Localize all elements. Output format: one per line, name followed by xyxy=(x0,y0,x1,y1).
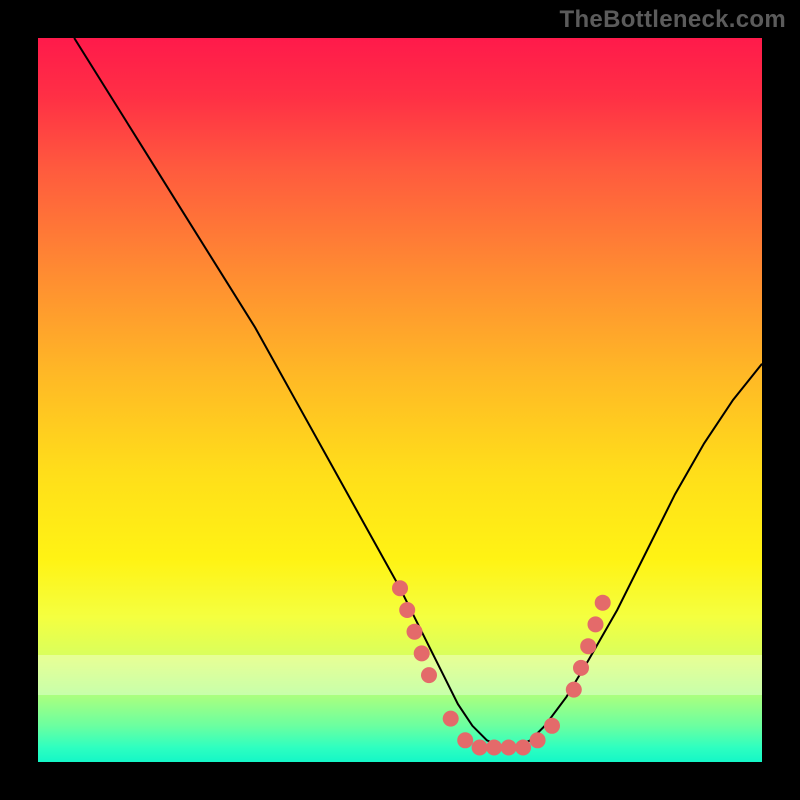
plot-area xyxy=(38,38,762,762)
bottleneck-curve xyxy=(74,38,762,748)
watermark-text: TheBottleneck.com xyxy=(560,6,786,34)
data-marker xyxy=(530,732,546,748)
data-marker xyxy=(407,624,423,640)
data-marker xyxy=(472,740,488,756)
markers-group xyxy=(392,580,611,755)
data-marker xyxy=(566,682,582,698)
data-marker xyxy=(399,602,415,618)
data-marker xyxy=(414,645,430,661)
chart-stage: TheBottleneck.com xyxy=(0,0,800,800)
data-marker xyxy=(544,718,560,734)
data-marker xyxy=(457,732,473,748)
data-marker xyxy=(443,711,459,727)
data-marker xyxy=(595,595,611,611)
data-marker xyxy=(580,638,596,654)
curve-svg xyxy=(38,38,762,762)
data-marker xyxy=(392,580,408,596)
data-marker xyxy=(421,667,437,683)
data-marker xyxy=(486,740,502,756)
data-marker xyxy=(515,740,531,756)
data-marker xyxy=(588,616,604,632)
data-marker xyxy=(573,660,589,676)
data-marker xyxy=(501,740,517,756)
